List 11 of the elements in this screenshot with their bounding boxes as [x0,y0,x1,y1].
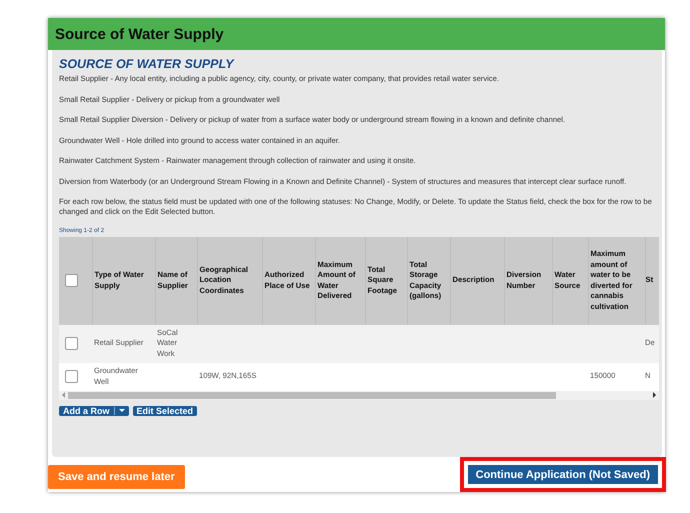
caret-icon[interactable] [118,409,124,412]
scroll-left-icon[interactable] [62,392,66,398]
continue-button[interactable]: Continue Application (Not Saved) [468,465,658,484]
scroll-right-icon[interactable] [652,392,656,398]
edit-selected-button[interactable]: Edit Selected [132,406,198,416]
checkbox[interactable] [65,274,78,287]
checkbox[interactable] [65,337,78,350]
section-heading: SOURCE OF WATER SUPPLY [59,58,236,71]
add-row-button[interactable]: Add a Row [59,406,128,416]
checkbox[interactable] [65,370,78,383]
panel-title: Source of Water Supply [48,18,665,50]
